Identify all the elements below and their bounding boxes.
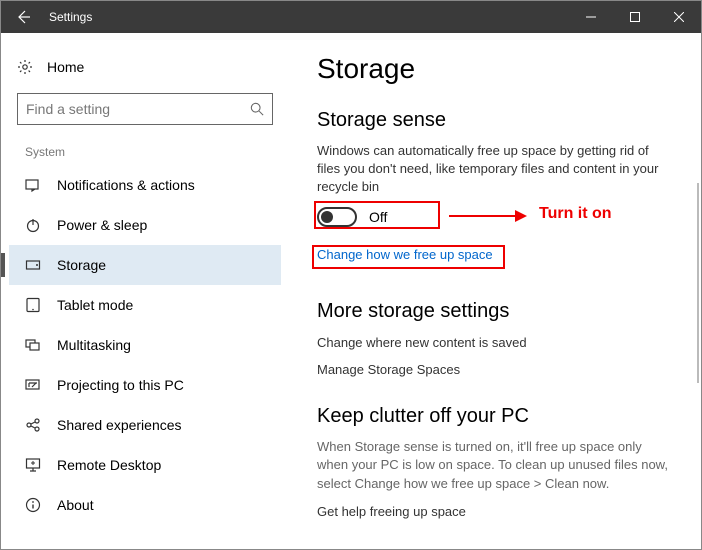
sidebar-item-label: Multitasking: [57, 337, 131, 353]
sidebar-item-storage[interactable]: Storage: [9, 245, 281, 285]
minimize-button[interactable]: [569, 1, 613, 33]
storage-sense-heading: Storage sense: [317, 109, 673, 132]
toggle-state-label: Off: [369, 209, 387, 225]
window-title: Settings: [45, 10, 569, 24]
tablet-icon: [25, 297, 41, 313]
home-button[interactable]: Home: [9, 49, 281, 85]
arrow-left-icon: [15, 9, 31, 25]
sidebar-item-label: Shared experiences: [57, 417, 182, 433]
sidebar-item-projecting[interactable]: Projecting to this PC: [9, 365, 281, 405]
sidebar-item-tablet[interactable]: Tablet mode: [9, 285, 281, 325]
sidebar-item-label: Notifications & actions: [57, 177, 195, 193]
sidebar-item-label: About: [57, 497, 94, 513]
storage-icon: [25, 257, 41, 273]
sidebar-item-multitasking[interactable]: Multitasking: [9, 325, 281, 365]
multitasking-icon: [25, 337, 41, 353]
main-panel: Storage Storage sense Windows can automa…: [289, 33, 701, 549]
search-icon: [250, 102, 264, 116]
page-title: Storage: [317, 53, 673, 85]
gear-icon: [17, 59, 33, 75]
minimize-icon: [586, 12, 596, 22]
manage-storage-spaces-link[interactable]: Manage Storage Spaces: [317, 362, 673, 377]
titlebar: Settings: [1, 1, 701, 33]
close-button[interactable]: [657, 1, 701, 33]
clutter-description: When Storage sense is turned on, it'll f…: [317, 438, 673, 495]
scrollbar[interactable]: [697, 183, 699, 383]
search-input[interactable]: [26, 101, 250, 117]
clutter-heading: Keep clutter off your PC: [317, 405, 673, 428]
sidebar-item-label: Power & sleep: [57, 217, 147, 233]
change-save-location-link[interactable]: Change where new content is saved: [317, 335, 673, 350]
sidebar-item-label: Projecting to this PC: [57, 377, 184, 393]
sidebar-item-power[interactable]: Power & sleep: [9, 205, 281, 245]
sidebar-item-label: Remote Desktop: [57, 457, 161, 473]
sidebar-item-label: Storage: [57, 257, 106, 273]
info-icon: [25, 497, 41, 513]
sidebar-item-about[interactable]: About: [9, 485, 281, 525]
shared-icon: [25, 417, 41, 433]
storage-sense-toggle[interactable]: [317, 207, 357, 227]
storage-sense-description: Windows can automatically free up space …: [317, 142, 673, 197]
home-label: Home: [47, 59, 84, 75]
power-icon: [25, 217, 41, 233]
sidebar: Home System Notifications & actions Powe…: [1, 33, 289, 549]
section-label: System: [9, 137, 281, 165]
sidebar-item-label: Tablet mode: [57, 297, 133, 313]
search-box[interactable]: [17, 93, 273, 125]
projecting-icon: [25, 377, 41, 393]
notification-icon: [25, 177, 41, 193]
storage-sense-toggle-row: Off: [317, 207, 673, 227]
close-icon: [674, 12, 684, 22]
sidebar-item-shared[interactable]: Shared experiences: [9, 405, 281, 445]
change-free-up-link[interactable]: Change how we free up space: [317, 247, 493, 262]
more-settings-heading: More storage settings: [317, 300, 673, 323]
remote-icon: [25, 457, 41, 473]
sidebar-item-remote[interactable]: Remote Desktop: [9, 445, 281, 485]
sidebar-item-notifications[interactable]: Notifications & actions: [9, 165, 281, 205]
maximize-icon: [630, 12, 640, 22]
back-button[interactable]: [1, 1, 45, 33]
maximize-button[interactable]: [613, 1, 657, 33]
toggle-knob: [321, 211, 333, 223]
help-freeing-space-link[interactable]: Get help freeing up space: [317, 504, 673, 519]
